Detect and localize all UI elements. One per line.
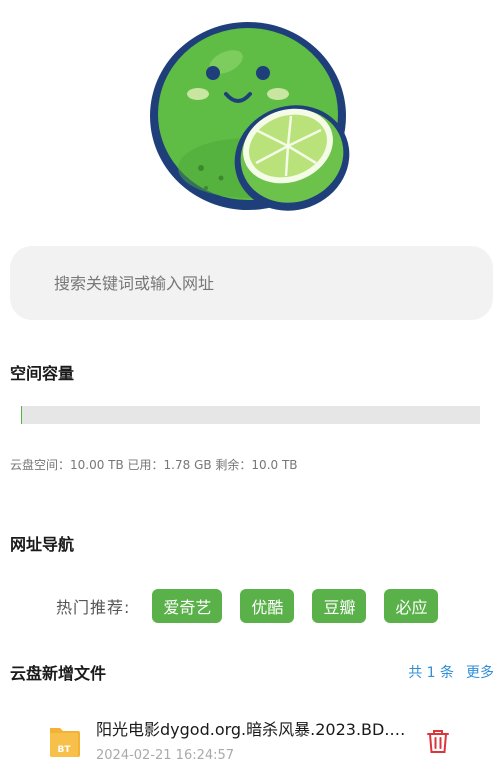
bt-folder-icon: BT xyxy=(50,728,80,757)
new-files-header: 云盘新增文件 共 1 条 更多 xyxy=(10,660,494,684)
search-input[interactable] xyxy=(52,272,456,294)
trash-icon[interactable] xyxy=(426,728,450,754)
file-time: 2024-02-21 16:24:57 xyxy=(96,748,235,763)
file-count-link[interactable]: 共 1 条 xyxy=(408,662,454,682)
new-files-title: 云盘新增文件 xyxy=(10,664,107,683)
storage-progress-bar xyxy=(21,406,480,424)
more-link[interactable]: 更多 xyxy=(466,662,494,682)
tag-youku[interactable]: 优酷 xyxy=(240,589,295,623)
bt-badge: BT xyxy=(58,745,72,755)
tag-bing[interactable]: 必应 xyxy=(384,589,439,623)
tag-iqiyi[interactable]: 爱奇艺 xyxy=(152,589,223,623)
file-name[interactable]: 阳光电影dygod.org.暗杀风暴.2023.BD.1080P.中字 xyxy=(96,716,414,740)
nav-section-title: 网址导航 xyxy=(10,535,75,554)
search-bar[interactable] xyxy=(10,246,493,320)
app-logo xyxy=(146,18,356,218)
hot-recommend-label: 热门推荐: xyxy=(56,598,131,617)
tag-douban[interactable]: 豆瓣 xyxy=(312,589,367,623)
storage-summary: 云盘空间：10.00 TB 已用：1.78 GB 剩余：10.0 TB xyxy=(10,458,298,472)
hot-recommend-row: 热门推荐: 爱奇艺 优酷 豆瓣 必应 xyxy=(56,589,456,623)
lime-mascot-icon xyxy=(150,22,350,211)
file-list-item[interactable]: BT 阳光电影dygod.org.暗杀风暴.2023.BD.1080P.中字 2… xyxy=(48,712,458,768)
storage-section-title: 空间容量 xyxy=(10,364,75,383)
